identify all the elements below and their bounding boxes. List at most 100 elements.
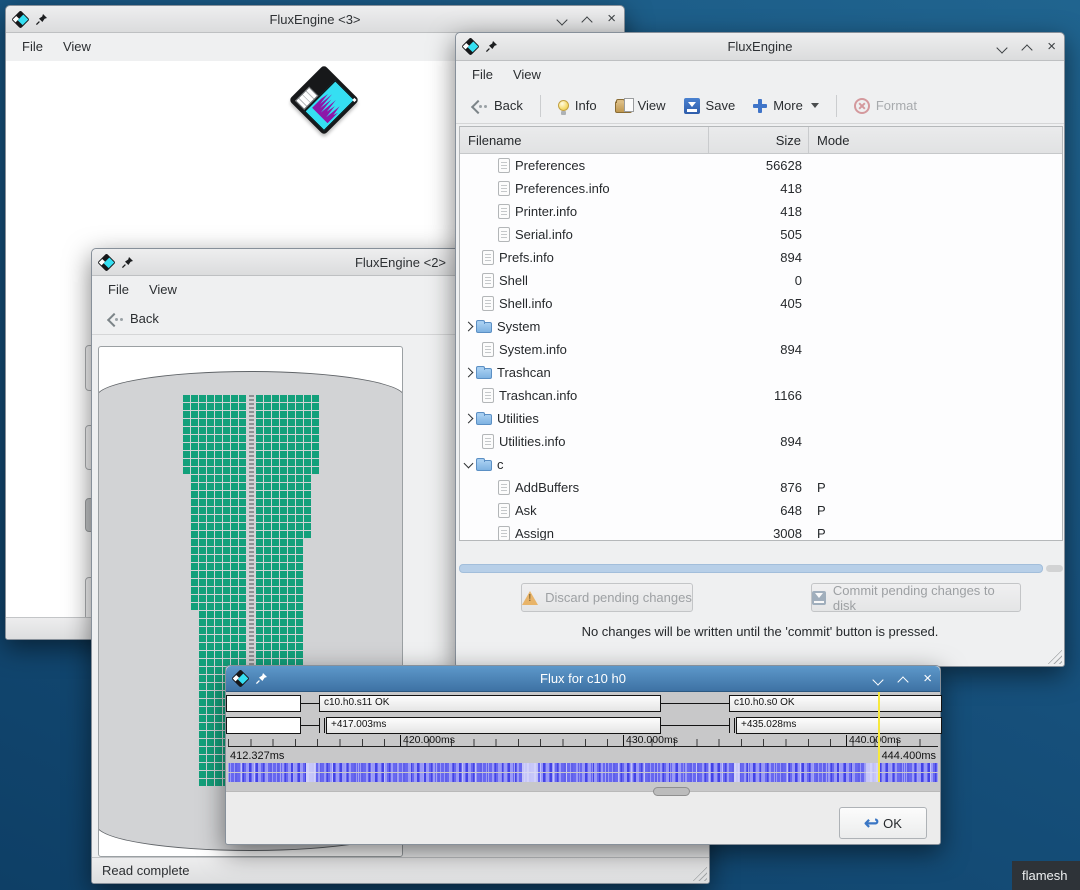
ok-arrow-icon: ↩ — [864, 816, 879, 830]
sector-cells-row — [191, 579, 246, 586]
table-row[interactable]: Preferences.info418 — [460, 177, 1062, 200]
col-mode[interactable]: Mode — [809, 127, 1062, 153]
menu-file[interactable]: File — [98, 280, 139, 299]
sector-cells-row — [256, 483, 311, 490]
sector-cells-row — [191, 603, 246, 610]
tree-chevron-right[interactable] — [464, 414, 474, 424]
tree-chevron-down[interactable] — [464, 458, 474, 468]
file-table[interactable]: Filename Size Mode Preferences56628Prefe… — [459, 126, 1063, 541]
sector-cells-row — [191, 483, 246, 490]
table-row[interactable]: System — [460, 315, 1062, 338]
titlebar[interactable]: FluxEngine × — [456, 33, 1064, 61]
sector-box[interactable]: c10.h0.s0 OK — [729, 695, 942, 712]
sector-cells-row — [256, 515, 311, 522]
sector-cells-row — [191, 587, 246, 594]
col-size[interactable]: Size — [709, 127, 809, 153]
back-icon — [107, 312, 124, 326]
file-size: 3008 — [709, 526, 809, 541]
lightbulb-icon — [558, 100, 569, 111]
sector-cells-row — [199, 611, 246, 618]
discard-button[interactable]: Discard pending changes — [521, 583, 693, 612]
menu-view[interactable]: View — [503, 65, 551, 84]
table-row[interactable]: Serial.info505 — [460, 223, 1062, 246]
titlebar[interactable]: FluxEngine <3> × — [6, 6, 624, 33]
table-row[interactable]: Trashcan — [460, 361, 1062, 384]
pin-icon[interactable] — [485, 40, 498, 53]
maximize-button[interactable] — [898, 674, 908, 684]
scrollbar-track[interactable] — [1046, 565, 1063, 572]
info-button[interactable]: Info — [551, 94, 604, 117]
sector-box[interactable]: c10.h0.s11 OK — [319, 695, 661, 712]
table-row[interactable]: Shell.info405 — [460, 292, 1062, 315]
sector-cells-row — [256, 563, 303, 570]
save-button[interactable]: Save — [677, 94, 743, 118]
file-size: 648 — [709, 503, 809, 518]
format-button[interactable]: Format — [847, 94, 924, 118]
major-tick — [623, 735, 624, 746]
view-button[interactable]: View — [608, 94, 673, 117]
h-scrollbar[interactable] — [459, 564, 1063, 573]
table-row[interactable]: Utilities — [460, 407, 1062, 430]
table-row[interactable]: Prefs.info894 — [460, 246, 1062, 269]
minimize-button[interactable] — [557, 14, 567, 24]
table-row[interactable]: Preferences56628 — [460, 154, 1062, 177]
scrollbar-thumb[interactable] — [459, 564, 1043, 573]
close-button[interactable]: × — [1047, 42, 1056, 52]
cursor-line[interactable] — [878, 692, 880, 782]
commit-button[interactable]: Commit pending changes to disk — [811, 583, 1021, 612]
ok-button[interactable]: ↩ OK — [839, 807, 927, 839]
table-row[interactable]: Trashcan.info1166 — [460, 384, 1062, 407]
timing-box[interactable]: +435.028ms — [736, 717, 942, 734]
pin-icon[interactable] — [121, 256, 134, 269]
table-row[interactable]: c — [460, 453, 1062, 476]
sector-box[interactable] — [226, 695, 301, 712]
menubar: File View — [456, 61, 1064, 88]
tree-chevron-right[interactable] — [464, 322, 474, 332]
minimize-button[interactable] — [873, 674, 883, 684]
file-size: 894 — [709, 434, 809, 449]
range-marker — [319, 718, 325, 733]
window-title: FluxEngine <3> — [6, 12, 624, 27]
table-row[interactable]: System.info894 — [460, 338, 1062, 361]
minimize-button[interactable] — [997, 42, 1007, 52]
table-row[interactable]: Ask648P — [460, 499, 1062, 522]
more-button[interactable]: More — [746, 94, 826, 117]
window-title: FluxEngine — [456, 39, 1064, 54]
resize-grip[interactable] — [1047, 649, 1062, 664]
sector-cells-row — [183, 395, 246, 402]
scroll-handle[interactable] — [653, 787, 690, 796]
close-button[interactable]: × — [607, 14, 616, 24]
timing-box[interactable]: +417.003ms — [326, 717, 661, 734]
pin-icon[interactable] — [255, 672, 268, 685]
file-name: Shell — [499, 273, 528, 288]
folder-icon — [476, 414, 492, 425]
window-flux: Flux for c10 h0 × c10.h0.s11 OK c10.h0.s… — [225, 665, 941, 845]
back-button[interactable]: Back — [464, 94, 530, 117]
flux-band-gap — [306, 763, 316, 782]
menu-file[interactable]: File — [462, 65, 503, 84]
menu-view[interactable]: View — [139, 280, 187, 299]
close-button[interactable]: × — [923, 674, 932, 684]
table-row[interactable]: Utilities.info 894 — [460, 430, 1062, 453]
flux-view[interactable]: c10.h0.s11 OK c10.h0.s0 OK +417.003ms +4… — [226, 692, 940, 791]
table-row[interactable]: Shell0 — [460, 269, 1062, 292]
table-row[interactable]: Printer.info418 — [460, 200, 1062, 223]
col-filename[interactable]: Filename — [460, 127, 709, 153]
table-row[interactable]: AddBuffers876P — [460, 476, 1062, 499]
menu-file[interactable]: File — [12, 37, 53, 56]
titlebar[interactable]: Flux for c10 h0 × — [226, 666, 940, 692]
tree-chevron-right[interactable] — [464, 368, 474, 378]
pin-icon[interactable] — [35, 13, 48, 26]
timing-box[interactable] — [226, 717, 301, 734]
maximize-button[interactable] — [1022, 42, 1032, 52]
sector-cells-row — [191, 563, 246, 570]
table-row[interactable]: Assign3008P — [460, 522, 1062, 541]
back-button[interactable]: Back — [100, 307, 166, 330]
file-name: Utilities.info — [499, 434, 565, 449]
maximize-button[interactable] — [582, 14, 592, 24]
file-size: 1166 — [709, 388, 809, 403]
menu-view[interactable]: View — [53, 37, 101, 56]
resize-grip[interactable] — [692, 866, 707, 881]
chevron-down-icon[interactable] — [811, 103, 819, 108]
sector-cells-row — [191, 547, 246, 554]
